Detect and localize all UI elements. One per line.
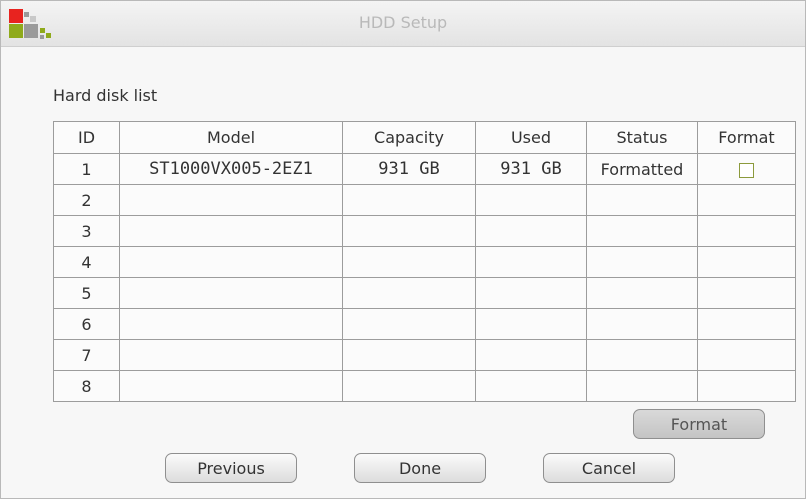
table-row: 3 [53, 215, 796, 247]
row-model [119, 308, 343, 340]
row-status [586, 370, 698, 402]
table-row: 7 [53, 339, 796, 371]
row-capacity: 931 GB [342, 153, 476, 185]
row-used [475, 370, 587, 402]
table-row: 8 [53, 370, 796, 402]
column-header-capacity: Capacity [342, 121, 476, 154]
row-used: 931 GB [475, 153, 587, 185]
row-id: 6 [53, 308, 120, 340]
row-status [586, 215, 698, 247]
column-header-used: Used [475, 121, 587, 154]
row-id: 8 [53, 370, 120, 402]
column-header-format: Format [697, 121, 796, 154]
table-row: 6 [53, 308, 796, 340]
row-used [475, 184, 587, 216]
row-model [119, 184, 343, 216]
table-header-row: ID Model Capacity Used Status Format [53, 121, 796, 154]
row-id: 1 [53, 153, 120, 185]
row-capacity [342, 246, 476, 278]
row-status [586, 277, 698, 309]
row-status [586, 246, 698, 278]
row-status: Formatted [586, 153, 698, 185]
row-format-cell [697, 277, 796, 309]
table-row: 1 ST1000VX005-2EZ1 931 GB 931 GB Formatt… [53, 153, 796, 185]
previous-button[interactable]: Previous [165, 453, 297, 483]
done-button[interactable]: Done [354, 453, 486, 483]
row-format-cell [697, 308, 796, 340]
cancel-button[interactable]: Cancel [543, 453, 675, 483]
row-id: 3 [53, 215, 120, 247]
column-header-id: ID [53, 121, 120, 154]
row-used [475, 215, 587, 247]
row-format-cell [697, 184, 796, 216]
row-model [119, 339, 343, 371]
row-capacity [342, 308, 476, 340]
row-format-cell [697, 153, 796, 185]
row-id: 7 [53, 339, 120, 371]
table-row: 5 [53, 277, 796, 309]
row-capacity [342, 215, 476, 247]
row-format-cell [697, 215, 796, 247]
hard-disk-list-label: Hard disk list [53, 86, 158, 105]
row-format-cell [697, 246, 796, 278]
row-format-cell [697, 339, 796, 371]
column-header-status: Status [586, 121, 698, 154]
row-status [586, 339, 698, 371]
row-used [475, 339, 587, 371]
row-model [119, 370, 343, 402]
format-checkbox[interactable] [739, 162, 754, 178]
table-row: 4 [53, 246, 796, 278]
row-used [475, 277, 587, 309]
column-header-model: Model [119, 121, 343, 154]
format-button[interactable]: Format [633, 409, 765, 439]
row-capacity [342, 277, 476, 309]
row-id: 2 [53, 184, 120, 216]
window-title: HDD Setup [358, 13, 448, 32]
row-status [586, 308, 698, 340]
row-capacity [342, 370, 476, 402]
title-bar: HDD Setup [1, 1, 805, 47]
row-used [475, 246, 587, 278]
row-model [119, 215, 343, 247]
row-capacity [342, 339, 476, 371]
hdd-setup-window: HDD Setup Hard disk list ID Model Capaci… [0, 0, 806, 499]
row-id: 4 [53, 246, 120, 278]
table-row: 2 [53, 184, 796, 216]
row-id: 5 [53, 277, 120, 309]
row-format-cell [697, 370, 796, 402]
row-used [475, 308, 587, 340]
hard-disk-table: ID Model Capacity Used Status Format 1 S… [53, 121, 796, 402]
row-model [119, 277, 343, 309]
row-capacity [342, 184, 476, 216]
row-model: ST1000VX005-2EZ1 [119, 153, 343, 185]
row-model [119, 246, 343, 278]
row-status [586, 184, 698, 216]
